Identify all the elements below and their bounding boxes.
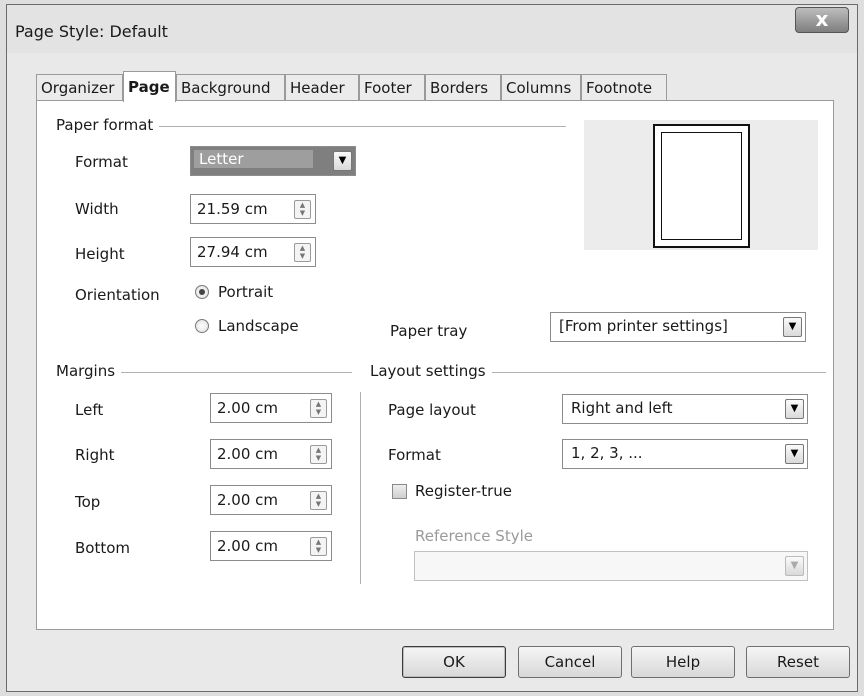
- width-label: Width: [75, 200, 119, 218]
- paper-tray-select[interactable]: [From printer settings] ▼: [550, 312, 806, 342]
- close-icon: x: [815, 7, 829, 31]
- tab-page[interactable]: Page: [123, 71, 176, 102]
- tab-columns[interactable]: Columns: [501, 74, 581, 100]
- numbering-format-label: Format: [388, 446, 441, 464]
- ok-button[interactable]: OK: [402, 646, 506, 678]
- margin-left-label: Left: [75, 401, 104, 419]
- cancel-button[interactable]: Cancel: [518, 646, 622, 678]
- margins-heading: Margins: [56, 362, 122, 380]
- paper-tray-label: Paper tray: [390, 322, 468, 340]
- page-layout-label: Page layout: [388, 401, 476, 419]
- chevron-down-icon[interactable]: ▼: [785, 399, 804, 419]
- margin-bottom-label: Bottom: [75, 539, 131, 557]
- paper-format-select[interactable]: Letter ▼: [190, 146, 356, 176]
- margin-top-value: 2.00 cm: [217, 491, 279, 509]
- spin-arrows-icon[interactable]: ▲ ▼: [294, 243, 311, 262]
- page-preview-margin-box: [661, 132, 742, 240]
- spin-arrows-icon[interactable]: ▲ ▼: [294, 200, 311, 219]
- close-button[interactable]: x: [795, 7, 849, 33]
- landscape-radio[interactable]: [195, 319, 209, 333]
- height-value: 27.94 cm: [197, 243, 268, 261]
- spin-arrows-icon[interactable]: ▲ ▼: [310, 445, 327, 464]
- page-layout-select[interactable]: Right and left ▼: [562, 394, 808, 424]
- tab-footnote[interactable]: Footnote: [581, 74, 667, 100]
- margin-bottom-spinbox[interactable]: 2.00 cm ▲ ▼: [210, 531, 332, 561]
- spin-arrows-icon[interactable]: ▲ ▼: [310, 537, 327, 556]
- landscape-label[interactable]: Landscape: [218, 317, 299, 335]
- margin-right-value: 2.00 cm: [217, 445, 279, 463]
- register-true-label[interactable]: Register-true: [415, 482, 512, 500]
- portrait-radio[interactable]: [195, 285, 209, 299]
- margin-top-spinbox[interactable]: 2.00 cm ▲ ▼: [210, 485, 332, 515]
- numbering-format-value: 1, 2, 3, ...: [571, 444, 643, 462]
- margin-top-label: Top: [75, 493, 101, 511]
- spin-arrows-icon[interactable]: ▲ ▼: [310, 399, 327, 418]
- dialog-title: Page Style: Default: [15, 22, 168, 41]
- chevron-down-icon[interactable]: ▼: [785, 556, 804, 576]
- tab-background[interactable]: Background: [176, 74, 285, 100]
- layout-settings-heading: Layout settings: [370, 362, 492, 380]
- margin-bottom-value: 2.00 cm: [217, 537, 279, 555]
- title-bar[interactable]: Page Style: Default x: [7, 5, 857, 53]
- format-label: Format: [75, 153, 128, 171]
- section-separator: [360, 392, 361, 584]
- reference-style-select[interactable]: ▼: [414, 551, 808, 581]
- tab-borders[interactable]: Borders: [425, 74, 501, 100]
- chevron-down-icon[interactable]: ▼: [785, 444, 804, 464]
- portrait-label[interactable]: Portrait: [218, 283, 273, 301]
- tab-organizer[interactable]: Organizer: [36, 74, 123, 100]
- width-spinbox[interactable]: 21.59 cm ▲ ▼: [190, 194, 316, 224]
- page-layout-value: Right and left: [571, 399, 673, 417]
- height-label: Height: [75, 245, 125, 263]
- spin-arrows-icon[interactable]: ▲ ▼: [310, 491, 327, 510]
- chevron-down-icon[interactable]: ▼: [333, 151, 352, 171]
- width-value: 21.59 cm: [197, 200, 268, 218]
- chevron-down-icon[interactable]: ▼: [783, 317, 802, 337]
- paper-format-heading: Paper format: [56, 116, 160, 134]
- reference-style-label: Reference Style: [415, 527, 533, 545]
- help-button[interactable]: Help: [631, 646, 735, 678]
- paper-format-value: Letter: [194, 150, 314, 168]
- orientation-label: Orientation: [75, 286, 160, 304]
- margin-right-label: Right: [75, 446, 115, 464]
- reset-button[interactable]: Reset: [746, 646, 850, 678]
- margin-left-value: 2.00 cm: [217, 399, 279, 417]
- tab-footer[interactable]: Footer: [359, 74, 425, 100]
- numbering-format-select[interactable]: 1, 2, 3, ... ▼: [562, 439, 808, 469]
- paper-tray-value: [From printer settings]: [559, 317, 728, 335]
- register-true-checkbox[interactable]: [392, 484, 407, 499]
- margin-left-spinbox[interactable]: 2.00 cm ▲ ▼: [210, 393, 332, 423]
- margin-right-spinbox[interactable]: 2.00 cm ▲ ▼: [210, 439, 332, 469]
- height-spinbox[interactable]: 27.94 cm ▲ ▼: [190, 237, 316, 267]
- tab-header[interactable]: Header: [285, 74, 359, 100]
